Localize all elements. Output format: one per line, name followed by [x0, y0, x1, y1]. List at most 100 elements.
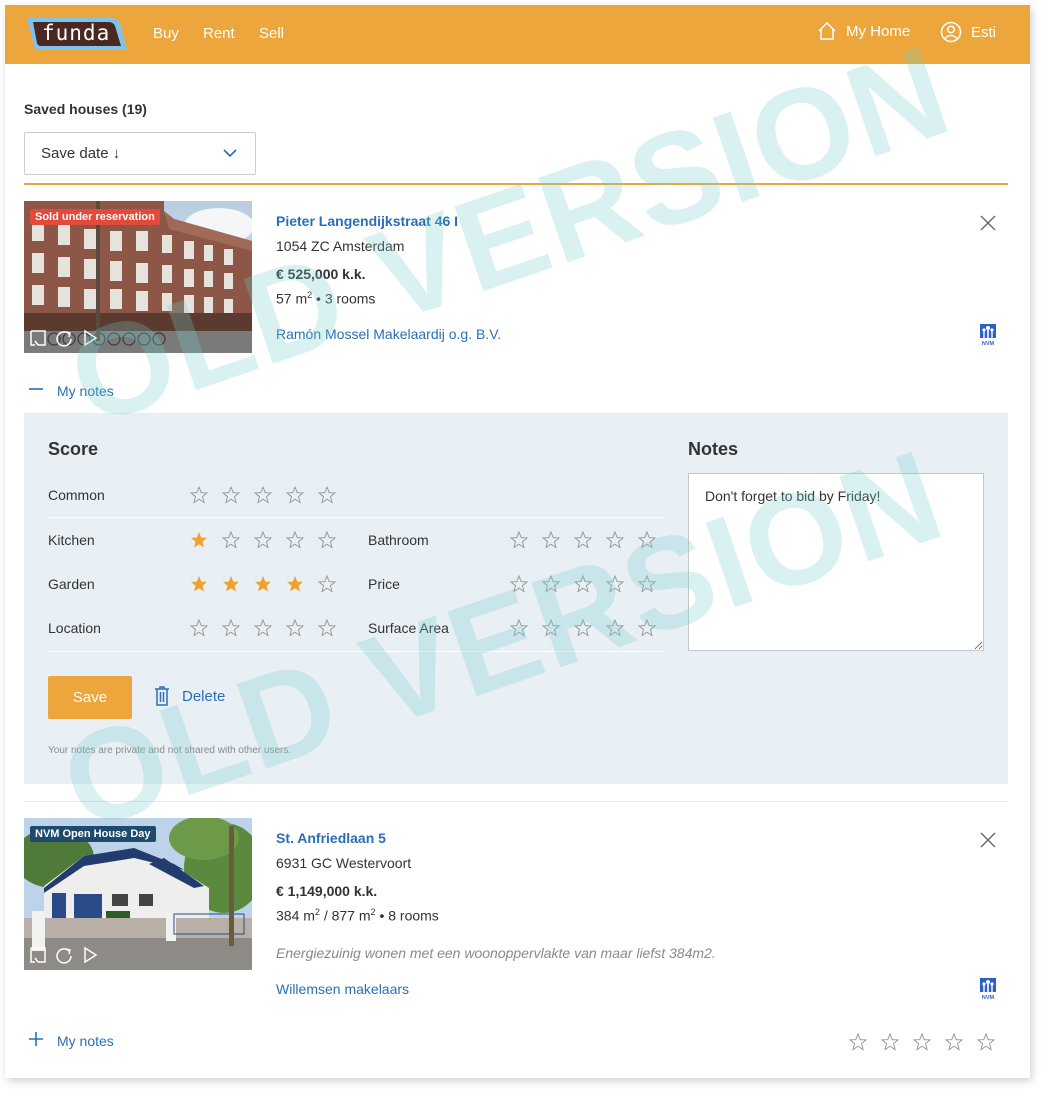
listing-divider — [24, 801, 1008, 802]
listing-rooms: • 3 rooms — [316, 290, 376, 307]
listing-photo[interactable]: Sold under reservation — [24, 201, 252, 353]
minus-icon — [29, 382, 43, 399]
star-empty-icon[interactable] — [573, 618, 606, 637]
rating-label-garden: Garden — [48, 576, 95, 592]
listing-features: 57 m2 • 3 rooms — [276, 290, 375, 307]
star-empty-icon[interactable] — [317, 485, 350, 504]
agent-link[interactable]: Willemsen makelaars — [276, 981, 409, 997]
star-rating-garden[interactable] — [190, 574, 350, 593]
nav-rent[interactable]: Rent — [203, 25, 235, 42]
star-empty-icon[interactable] — [189, 618, 222, 637]
remove-listing-button[interactable] — [980, 832, 996, 848]
saved-houses-title: Saved houses (19) — [24, 101, 147, 117]
star-empty-icon[interactable] — [253, 485, 286, 504]
star-empty-icon[interactable] — [912, 1032, 945, 1051]
star-empty-icon[interactable] — [573, 530, 606, 549]
my-home-label: My Home — [846, 22, 911, 40]
star-filled-icon[interactable] — [254, 575, 286, 593]
listing-area: 384 m — [276, 907, 315, 924]
star-empty-icon[interactable] — [637, 574, 670, 593]
listing-title-link[interactable]: St. Anfriedlaan 5 — [276, 830, 386, 846]
star-empty-icon[interactable] — [221, 485, 254, 504]
my-home-link[interactable]: My Home — [817, 21, 910, 41]
star-empty-icon[interactable] — [573, 574, 606, 593]
rating-label-surface-area: Surface Area — [368, 620, 449, 636]
star-empty-icon[interactable] — [541, 530, 574, 549]
remove-listing-button[interactable] — [980, 215, 996, 231]
funda-logo[interactable]: funda — [25, 16, 127, 52]
listing-title-link[interactable]: Pieter Langendijkstraat 46 I — [276, 213, 458, 229]
delete-button[interactable]: Delete — [154, 686, 225, 706]
star-empty-icon[interactable] — [253, 618, 286, 637]
my-notes-toggle[interactable]: My notes — [29, 1032, 114, 1049]
star-empty-icon[interactable] — [509, 574, 542, 593]
agent-link[interactable]: Ramón Mossel Makelaardij o.g. B.V. — [276, 326, 501, 342]
star-empty-icon[interactable] — [848, 1032, 881, 1051]
top-header: funda Buy Rent Sell My Home Esti — [5, 5, 1030, 64]
listing-plot-area: / 877 m — [323, 907, 371, 924]
star-rating-location[interactable] — [189, 618, 350, 637]
overall-star-rating[interactable] — [848, 1032, 1009, 1051]
star-empty-icon[interactable] — [189, 485, 222, 504]
listing-rooms: • 8 rooms — [379, 907, 439, 924]
listing-price: € 1,149,000 k.k. — [276, 883, 378, 899]
listing-postal-city: 6931 GC Westervoort — [276, 855, 412, 871]
star-empty-icon[interactable] — [317, 530, 350, 549]
notes-panel: Score Notes Common Kitchen Bathroom Gard… — [24, 413, 1008, 784]
star-empty-icon[interactable] — [880, 1032, 913, 1051]
plus-icon — [29, 1032, 43, 1049]
star-empty-icon[interactable] — [285, 530, 318, 549]
star-filled-icon[interactable] — [190, 531, 222, 549]
star-empty-icon[interactable] — [605, 618, 638, 637]
star-empty-icon[interactable] — [541, 574, 574, 593]
star-empty-icon[interactable] — [221, 618, 254, 637]
home-icon — [818, 21, 836, 40]
my-notes-toggle[interactable]: My notes — [29, 382, 114, 399]
sort-value: Save date ↓ — [41, 145, 121, 162]
360-view-icon[interactable] — [55, 946, 73, 964]
floorplan-icon[interactable] — [29, 946, 47, 964]
star-empty-icon[interactable] — [253, 530, 286, 549]
video-play-icon[interactable] — [81, 329, 99, 347]
user-menu[interactable]: Esti — [940, 21, 996, 43]
floorplan-icon[interactable] — [29, 329, 47, 347]
star-empty-icon[interactable] — [541, 618, 574, 637]
star-empty-icon[interactable] — [317, 618, 350, 637]
star-rating-surface-area[interactable] — [509, 618, 670, 637]
star-empty-icon[interactable] — [285, 485, 318, 504]
star-rating-kitchen[interactable] — [190, 530, 350, 549]
listing-price: € 525,000 k.k. — [276, 266, 366, 282]
score-title: Score — [48, 439, 99, 459]
save-button[interactable]: Save — [48, 676, 132, 719]
star-empty-icon[interactable] — [509, 618, 542, 637]
star-rating-bathroom[interactable] — [509, 530, 670, 549]
star-empty-icon[interactable] — [509, 530, 542, 549]
star-rating-price[interactable] — [509, 574, 670, 593]
star-filled-icon[interactable] — [222, 575, 254, 593]
close-icon — [980, 215, 996, 231]
notes-textarea[interactable]: Don't forget to bid by Friday! — [688, 473, 984, 651]
listing-description: Energiezuinig wonen met een woonoppervla… — [276, 945, 716, 961]
star-empty-icon[interactable] — [944, 1032, 977, 1051]
star-empty-icon[interactable] — [637, 618, 670, 637]
nav-sell[interactable]: Sell — [259, 25, 284, 42]
360-view-icon[interactable] — [55, 329, 73, 347]
star-empty-icon[interactable] — [221, 530, 254, 549]
delete-label: Delete — [182, 687, 226, 705]
star-empty-icon[interactable] — [285, 618, 318, 637]
privacy-note: Your notes are private and not shared wi… — [48, 745, 292, 756]
star-empty-icon[interactable] — [317, 574, 350, 593]
star-empty-icon[interactable] — [605, 530, 638, 549]
video-play-icon[interactable] — [81, 946, 99, 964]
status-badge: Sold under reservation — [30, 209, 160, 225]
sort-dropdown[interactable]: Save date ↓ — [24, 132, 256, 175]
star-empty-icon[interactable] — [605, 574, 638, 593]
star-filled-icon[interactable] — [190, 575, 222, 593]
star-rating-common[interactable] — [189, 485, 350, 504]
listing-area: 57 m — [276, 290, 308, 307]
star-empty-icon[interactable] — [976, 1032, 1009, 1051]
star-filled-icon[interactable] — [286, 575, 318, 593]
star-empty-icon[interactable] — [637, 530, 670, 549]
nav-buy[interactable]: Buy — [153, 25, 179, 42]
listing-photo[interactable]: NVM Open House Day — [24, 818, 252, 970]
